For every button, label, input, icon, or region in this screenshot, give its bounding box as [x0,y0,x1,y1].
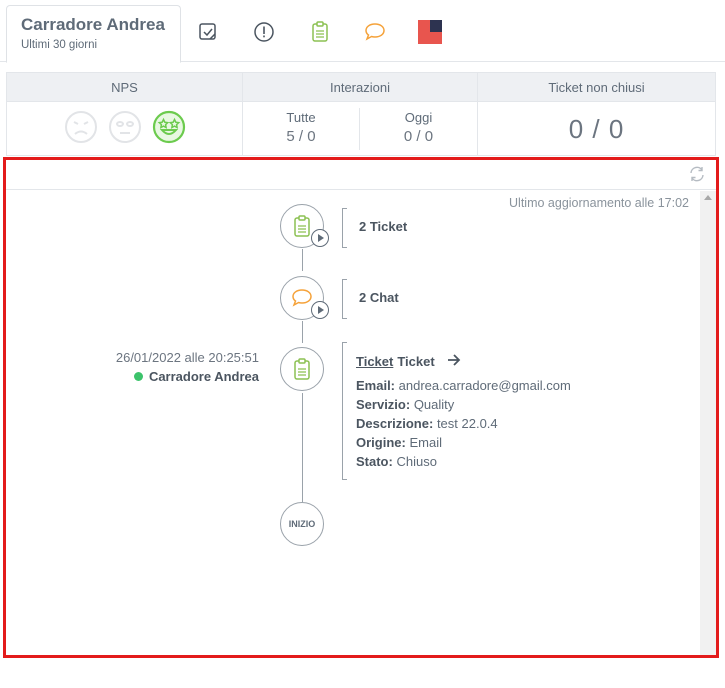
detail-row: Descrizione: test 22.0.4 [356,416,498,431]
ticket-node[interactable] [280,204,329,248]
note-check-icon[interactable] [196,20,220,44]
tutte-label: Tutte [286,110,316,125]
oggi-label: Oggi [404,110,433,125]
stats-panel: NPS Interazioni Ticket non chiusi Tutte … [6,72,716,156]
scrollbar[interactable] [700,191,716,655]
agent-name: Carradore Andrea [148,369,259,384]
scroll-up-arrow[interactable] [704,195,712,200]
ticket-entry-node[interactable] [280,347,324,391]
period-label: Ultimi 30 giorni [21,39,98,51]
timeline-connector [302,321,303,343]
timeline-toolbar [6,160,716,190]
start-label: INIZIO [288,519,316,529]
event-title-chats[interactable]: 2 Chat [359,290,399,305]
last-updated: Ultimo aggiornamento alle 17:02 [509,196,689,210]
tab-customer[interactable]: Carradore Andrea Ultimi 30 giorni [6,5,181,63]
clipboard-icon[interactable] [308,20,332,44]
nps-header: NPS [7,73,243,101]
email-value: andrea.carradore@gmail.com [398,378,571,393]
alert-circle-icon[interactable] [252,20,276,44]
tutte-value: 5 / 0 [286,128,316,145]
event-bracket [342,342,347,480]
origine-value: Email [409,435,442,450]
timeline-connector [302,393,303,502]
ticket-value: 0 / 0 [568,113,625,144]
servizio-value: Quality [413,397,455,412]
ticket-header: Ticket non chiusi [548,79,645,95]
sad-face-icon[interactable] [64,110,98,149]
timeline-connector [302,249,303,271]
chat-node[interactable] [280,276,329,320]
entry-date: 26/01/2022 alle 20:25:51 [115,350,259,365]
flag-icon[interactable] [418,20,442,44]
play-icon[interactable] [311,229,329,247]
timeline-panel: Ultimo aggiornamento alle 17:02 2 Ticket… [3,157,719,658]
neutral-face-icon[interactable] [108,110,142,149]
chat-bubble-icon[interactable] [363,20,387,44]
online-status-dot [133,372,143,381]
ticket-type: Ticket [397,354,435,369]
play-icon[interactable] [311,301,329,319]
interazioni-values: Tutte 5 / 0 Oggi 0 / 0 [243,102,478,156]
event-bracket [342,208,347,248]
ticket-detail: Ticket Ticket Email: andrea.carradore@gm… [356,352,571,471]
detail-row: Servizio: Quality [356,397,455,412]
start-node: INIZIO [280,502,324,546]
ticket-link[interactable]: Ticket [356,352,393,371]
entry-agent: Carradore Andrea [133,369,259,384]
customer-name: Carradore Andrea [21,15,165,34]
nps-faces [7,102,243,156]
detail-row: Email: andrea.carradore@gmail.com [356,378,571,393]
interazioni-header: Interazioni [243,73,478,101]
arrow-right-icon[interactable] [447,352,461,371]
stato-value: Chiuso [396,454,437,469]
event-bracket [342,279,347,319]
event-title-tickets[interactable]: 2 Ticket [359,219,407,234]
oggi-value: 0 / 0 [403,128,434,145]
detail-row: Stato: Chiuso [356,454,437,469]
detail-row: Origine: Email [356,435,442,450]
descrizione-value: test 22.0.4 [436,416,498,431]
refresh-icon[interactable] [688,165,706,188]
star-eyes-face-icon[interactable] [152,110,186,149]
header-tabs: Carradore Andrea Ultimi 30 giorni [0,0,725,63]
